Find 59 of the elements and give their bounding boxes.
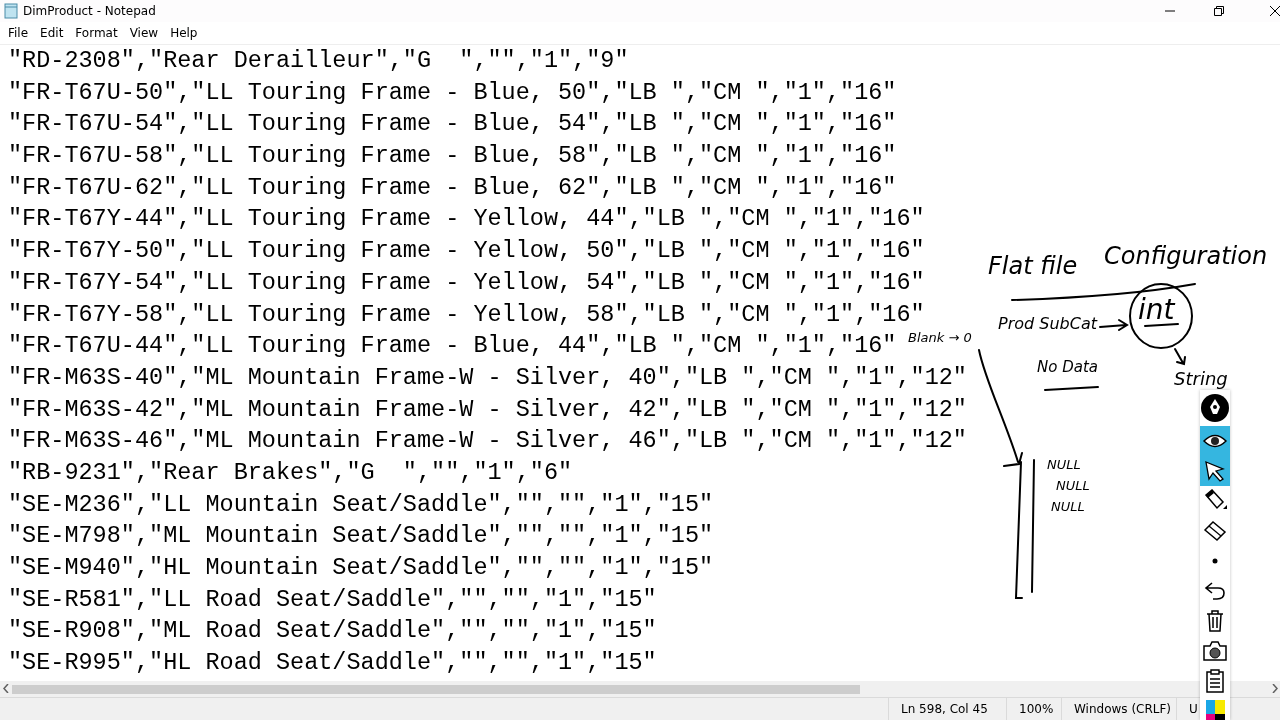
menu-item[interactable]: View [123, 26, 165, 40]
text-line: "FR-T67Y-54","LL Touring Frame - Yellow, 54","LB ","CM ","1","16" [8, 267, 925, 298]
text-line: "FR-M63S-40","ML Mountain Frame-W - Silver, 40","LB ","CM ","1","12" [8, 362, 967, 393]
menu-item[interactable]: Help [164, 26, 204, 40]
menu-item[interactable]: Edit [34, 26, 70, 40]
restore-icon [1214, 6, 1224, 16]
trash-icon [1205, 610, 1225, 632]
line-ending: Windows (CRLF) [1073, 702, 1173, 716]
notepad-icon [4, 3, 18, 19]
toolbar-button[interactable] [1200, 390, 1230, 426]
text-line: "SE-R581","LL Road Seat/Saddle","","","1","15" [8, 584, 657, 615]
scrollbar-thumb[interactable] [12, 685, 860, 694]
text-line: "SE-M940","HL Mountain Seat/Saddle","","","1","15" [8, 553, 714, 583]
handwritten-note: NULL [1051, 500, 1085, 513]
handwritten-note: Flat file [988, 254, 1078, 278]
handwritten-note: int [1138, 296, 1175, 324]
text-line: "FR-T67U-44","LL Touring Frame - Blue, 44","LB ","CM ","1","16" [8, 331, 897, 362]
cursor-position: Ln 598, Col 45 [900, 702, 989, 716]
handwritten-note: Blank → 0 [908, 331, 972, 344]
handwritten-note: No Data [1037, 360, 1098, 375]
close-icon [1270, 6, 1280, 16]
handwritten-note: NULL [1056, 479, 1090, 492]
undo-icon [1204, 581, 1226, 601]
toolbar-button[interactable] [1200, 700, 1230, 720]
zoom-level: 100% [1018, 702, 1055, 716]
text-line: "FR-T67U-54","LL Touring Frame - Blue, 54","LB ","CM ","1","16" [8, 109, 897, 140]
text-line: "SE-R995","HL Road Seat/Saddle","","","1","15" [8, 648, 657, 679]
handwritten-note: Prod SubCat [998, 316, 1097, 332]
handwritten-note: NULL [1047, 458, 1081, 471]
text-line: "FR-T67U-50","LL Touring Frame - Blue, 50","LB ","CM ","1","16" [8, 77, 897, 108]
encoding: U [1188, 702, 1198, 716]
brush-size-icon [1212, 558, 1218, 564]
text-line: "SE-M236","LL Mountain Seat/Saddle","","","1","15" [8, 489, 714, 520]
toolbar-button[interactable] [1200, 456, 1230, 486]
menu-item[interactable]: File [2, 26, 35, 40]
eye-icon [1203, 433, 1227, 449]
text-line: "SE-M798","ML Mountain Seat/Saddle","","","1","15" [8, 521, 714, 552]
text-line: "FR-T67Y-44","LL Touring Frame - Yellow, 44","LB ","CM ","1","16" [8, 204, 925, 235]
handwritten-note: String [1174, 370, 1228, 388]
eraser-icon [1203, 520, 1227, 542]
pen-nib-icon [1200, 393, 1230, 423]
text-line: "FR-M63S-42","ML Mountain Frame-W - Silver, 42","LB ","CM ","1","12" [8, 394, 967, 425]
clipboard-icon [1205, 669, 1225, 693]
window-title: DimProduct - Notepad [23, 4, 156, 18]
text-line: "FR-T67Y-58","LL Touring Frame - Yellow, 58","LB ","CM ","1","16" [8, 299, 925, 330]
text-line: "RD-2308","Rear Derailleur","G ","","1","9" [8, 46, 629, 76]
camera-icon [1203, 641, 1227, 661]
toolbar-button[interactable] [1200, 426, 1230, 456]
toolbar-button[interactable] [1200, 486, 1230, 516]
handwritten-note: Configuration [1104, 244, 1268, 268]
text-line: "FR-T67U-58","LL Touring Frame - Blue, 58","LB ","CM ","1","16" [8, 141, 897, 172]
text-line: "FR-T67Y-50","LL Touring Frame - Yellow, 50","LB ","CM ","1","16" [8, 236, 925, 267]
text-line: "FR-M63S-46","ML Mountain Frame-W - Silver, 46","LB ","CM ","1","12" [8, 426, 967, 457]
cursor-icon [1204, 460, 1226, 482]
text-line: "FR-T67U-62","LL Touring Frame - Blue, 62","LB ","CM ","1","16" [8, 172, 897, 203]
text-line: "SE-R908","ML Road Seat/Saddle","","","1","15" [8, 616, 657, 647]
toolbar-button[interactable] [1200, 666, 1230, 696]
text-line: "RB-9231","Rear Brakes","G ","","1","6" [8, 457, 573, 488]
menu-item[interactable]: Format [69, 26, 124, 40]
